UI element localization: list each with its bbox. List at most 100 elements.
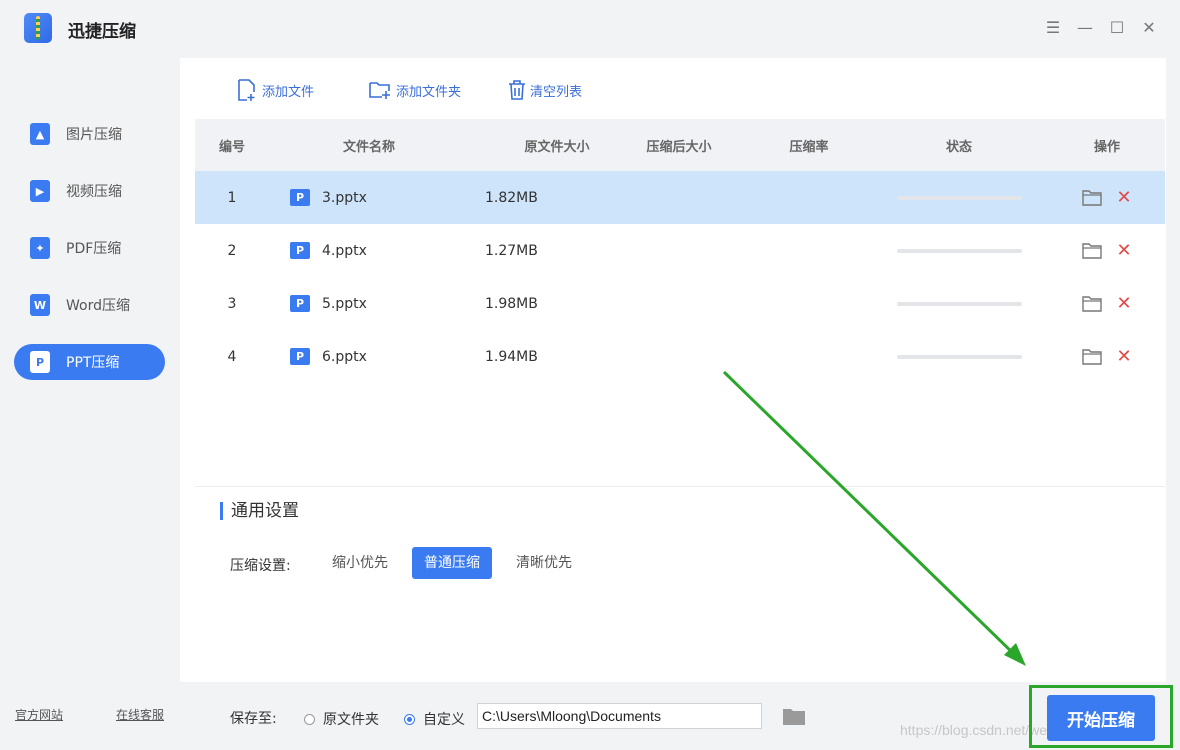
row-original-size: 1.27MB [485,242,538,259]
ppt-file-icon: P [290,348,310,365]
app-title: 迅捷压缩 [68,22,136,42]
header-number: 编号 [218,139,245,155]
row-filename: 3.pptx [322,189,367,206]
open-folder-icon[interactable] [1082,189,1103,206]
clear-list-button[interactable]: 清空列表 [508,78,582,102]
close-icon[interactable]: ✕ [1139,18,1159,38]
row-status [869,195,1049,200]
add-file-icon [238,79,255,101]
open-folder-icon[interactable] [1082,242,1103,259]
minimize-icon[interactable]: — [1075,18,1095,38]
sidebar-item-image[interactable]: ▲ 图片压缩 [14,116,165,152]
option-clarity-first[interactable]: 清晰优先 [504,547,584,579]
bottom-bar: 保存至: 原文件夹 自定义 https://blog.csdn.net/weix… [180,682,1180,750]
pdf-icon: ✦ [30,237,50,259]
delete-icon[interactable]: ✕ [1116,347,1131,365]
option-normal-compress[interactable]: 普通压缩 [412,547,492,579]
row-actions: ✕ [1049,241,1165,259]
table-row[interactable]: 2 P 4.pptx 1.27MB ✕ [195,224,1165,277]
open-folder-icon[interactable] [1082,295,1103,312]
header-status: 状态 [945,139,972,155]
row-number: 1 [227,189,237,206]
row-filename-cell: P 3.pptx [269,189,469,206]
sidebar-item-label: PPT压缩 [66,355,120,371]
radio-original-folder[interactable]: 原文件夹 [304,709,379,729]
sidebar-item-label: 图片压缩 [66,127,122,143]
browse-folder-icon[interactable] [782,706,806,726]
row-actions: ✕ [1049,188,1165,206]
settings-title: 通用设置 [220,502,299,520]
table-row[interactable]: 1 P 3.pptx 1.82MB ✕ [195,171,1165,224]
row-status [869,248,1049,253]
sidebar-item-ppt[interactable]: P PPT压缩 [14,344,165,380]
progress-bar [896,248,1022,253]
row-number: 4 [227,348,237,365]
row-original-size: 1.94MB [485,348,538,365]
app-logo [24,13,52,43]
progress-bar [896,301,1022,306]
save-to-label: 保存至: [230,711,277,727]
maximize-icon[interactable]: ☐ [1107,18,1127,38]
row-filename: 4.pptx [322,242,367,259]
video-icon: ▶ [30,180,50,202]
open-folder-icon[interactable] [1082,348,1103,365]
header-compressed-size: 压缩后大小 [646,139,712,155]
row-filename-cell: P 5.pptx [269,295,469,312]
delete-icon[interactable]: ✕ [1116,294,1131,312]
online-support-link[interactable]: 在线客服 [116,706,164,723]
row-original-size: 1.82MB [485,189,538,206]
file-table: 编号 文件名称 原文件大小 压缩后大小 压缩率 状态 操作 1 P 3.pptx 1.… [195,119,1165,383]
sidebar-item-video[interactable]: ▶ 视频压缩 [14,173,165,209]
progress-bar [896,195,1022,200]
header-compression-rate: 压缩率 [789,139,829,155]
row-number: 2 [227,242,237,259]
delete-icon[interactable]: ✕ [1116,188,1131,206]
row-actions: ✕ [1049,347,1165,365]
header-actions: 操作 [1093,139,1120,155]
add-folder-label: 添加文件夹 [396,84,462,100]
official-site-link[interactable]: 官方网站 [15,706,63,723]
menu-icon[interactable]: ☰ [1043,18,1063,38]
ppt-file-icon: P [290,189,310,206]
option-smaller-first[interactable]: 缩小优先 [320,547,400,579]
main-panel: 添加文件 添加文件夹 清空列表 编号 文件名称 原文件大小 压缩后大小 压缩率 … [180,58,1166,682]
header-filename: 文件名称 [342,139,395,155]
row-filename-cell: P 4.pptx [269,242,469,259]
row-actions: ✕ [1049,294,1165,312]
sidebar-item-label: Word压缩 [66,298,130,314]
radio-custom-folder[interactable]: 自定义 [404,709,465,729]
trash-icon [509,80,525,100]
radio-label: 原文件夹 [323,712,379,728]
add-folder-button[interactable]: 添加文件夹 [368,78,461,102]
add-file-button[interactable]: 添加文件 [236,78,314,102]
radio-label: 自定义 [423,712,465,728]
table-header: 编号 文件名称 原文件大小 压缩后大小 压缩率 状态 操作 [195,119,1165,171]
row-status [869,301,1049,306]
row-filename-cell: P 6.pptx [269,348,469,365]
table-row[interactable]: 3 P 5.pptx 1.98MB ✕ [195,277,1165,330]
ppt-icon: P [30,351,50,373]
radio-selected-icon [404,713,415,725]
header-original-size: 原文件大小 [524,139,590,155]
sidebar-item-pdf[interactable]: ✦ PDF压缩 [14,230,165,266]
sidebar: ▲ 图片压缩 ▶ 视频压缩 ✦ PDF压缩 W Word压缩 P PPT压缩 [0,58,180,750]
row-original-size: 1.98MB [485,295,538,312]
compression-setting-label: 压缩设置: [230,558,291,574]
ppt-file-icon: P [290,295,310,312]
row-filename: 5.pptx [322,295,367,312]
word-icon: W [30,294,50,316]
add-file-label: 添加文件 [262,84,315,100]
radio-icon [304,713,315,725]
delete-icon[interactable]: ✕ [1116,241,1131,259]
sidebar-item-label: 视频压缩 [66,184,122,200]
row-status [869,354,1049,359]
sidebar-item-label: PDF压缩 [66,241,122,257]
image-icon: ▲ [30,123,50,145]
divider [195,486,1165,487]
table-row[interactable]: 4 P 6.pptx 1.94MB ✕ [195,330,1165,383]
sidebar-item-word[interactable]: W Word压缩 [14,287,165,323]
start-compress-button[interactable]: 开始压缩 [1047,695,1155,741]
row-filename: 6.pptx [322,348,367,365]
ppt-file-icon: P [290,242,310,259]
save-path-input[interactable] [477,703,762,729]
